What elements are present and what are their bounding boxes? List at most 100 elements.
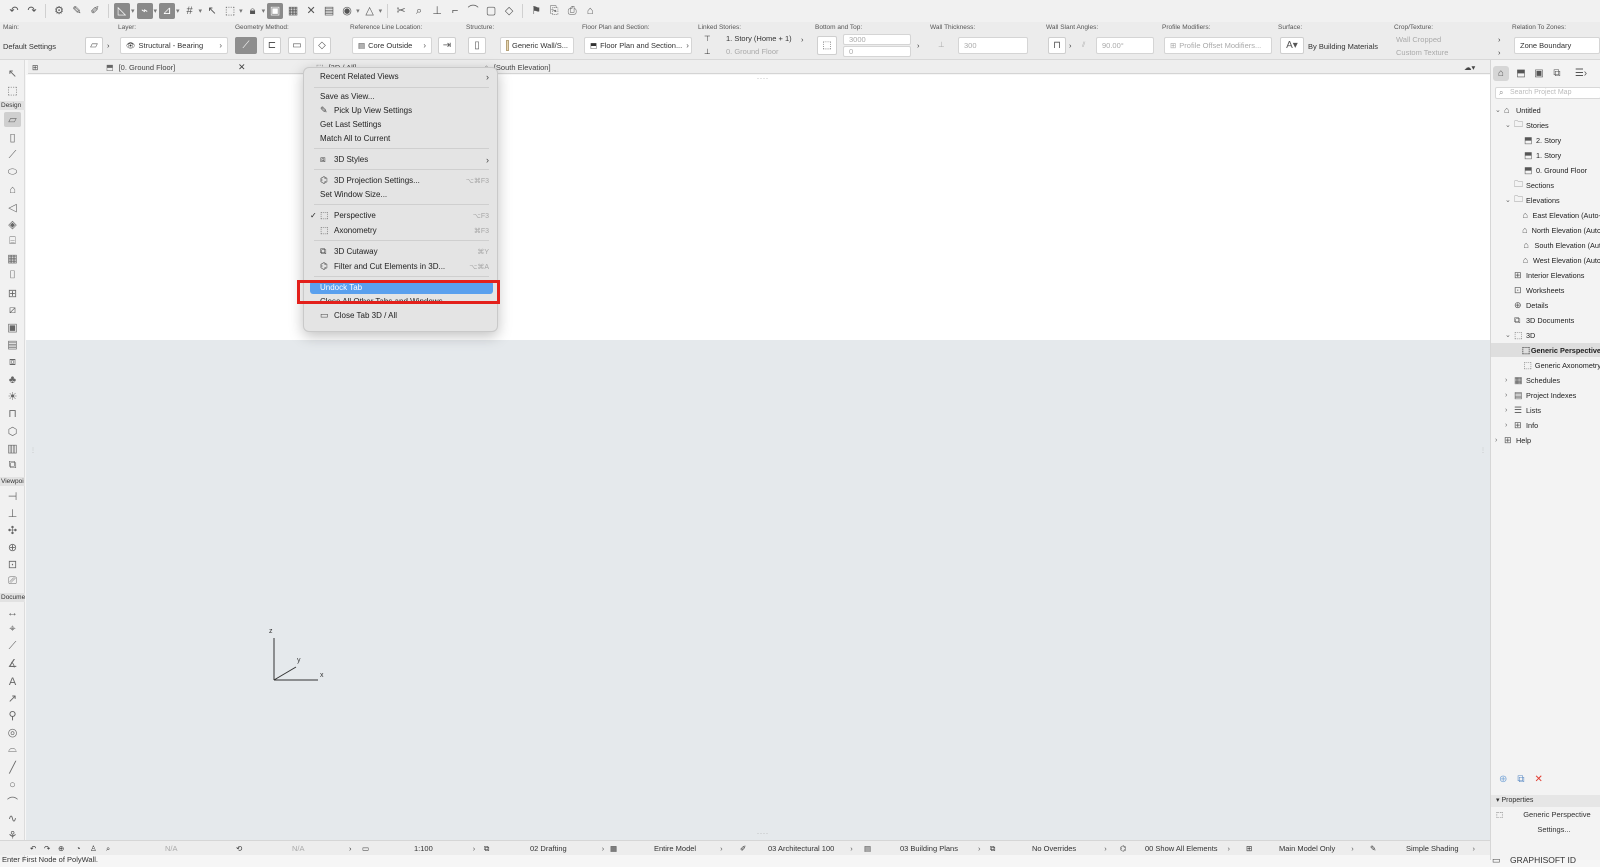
label-tool-icon[interactable]: ↗ [4,691,21,706]
suspend-group-icon[interactable]: ▦ [285,3,301,19]
resize-handle-icon[interactable]: ---- [757,831,769,837]
trim-icon[interactable]: ⌐ [447,3,463,19]
pet-palette-icon[interactable]: ⚙ [51,3,67,19]
view-map-icon[interactable]: ⬒ [1513,66,1529,81]
teamwork-icon[interactable]: ⎘ [546,3,562,19]
pick-up-icon[interactable]: ✎ [69,3,85,19]
rotate-icon[interactable]: ⟲ [236,841,242,856]
detail-tool-icon[interactable]: ⊡ [4,557,21,572]
menu-item-set-window-size[interactable]: Set Window Size... [310,188,493,201]
floorplan-field[interactable]: ⬒ Floor Plan and Section... › [584,37,692,54]
structural-selector[interactable]: Main Model Only › [1279,841,1354,856]
chevron-down-icon[interactable]: ⌄ [1505,121,1514,129]
fill-tool-icon[interactable]: ◎ [4,725,21,740]
chevron-down-icon[interactable]: ▾ [262,7,266,15]
slab-tool-icon[interactable]: ⬭ [4,165,21,180]
basic-structure-icon[interactable]: ▯ [468,37,486,54]
angle-dimension-tool-icon[interactable]: ∡ [4,656,21,671]
frame-tool-icon[interactable]: ⧉ [4,458,21,473]
menu-item-3d-styles[interactable]: ⧈ 3D Styles › [310,153,493,166]
tree-item[interactable]: ⊡ Worksheets [1491,283,1600,297]
menu-item-perspective[interactable]: ✓ ⬚ Perspective ⌥F3 [310,209,493,222]
tree-item[interactable]: › ▦ Schedules [1491,373,1600,387]
view-icon[interactable]: ◉ [339,3,355,19]
crop-bottom-value[interactable]: Custom Texture [1396,48,1448,57]
view-options-icon[interactable]: ☁▾ [1464,60,1475,74]
morph-tool-icon[interactable]: ◈ [4,217,21,232]
tree-item[interactable]: › ⊞ Help [1491,433,1600,447]
chevron-right-icon[interactable]: › [1069,41,1072,50]
surface-paint-icon[interactable]: A▾ [1280,37,1304,54]
interior-elevation-tool-icon[interactable]: ✣ [4,523,21,538]
properties-header[interactable]: ▾ Properties [1491,795,1600,807]
menu-item-recent-related-views[interactable]: Recent Related Views › [310,70,493,83]
tree-item[interactable]: ⧉ 3D Documents [1491,313,1600,327]
window-tool-icon[interactable]: ⊞ [4,286,21,301]
skylight-tool-icon[interactable]: ⧄ [4,303,21,318]
tree-item[interactable]: ⬒ 0. Ground Floor [1491,163,1600,177]
bottomtop-bottom-field[interactable]: 0 [843,46,911,57]
railing-tool-icon[interactable]: ⊓ [4,406,21,421]
graphisoft-id-link[interactable]: GRAPHISOFT ID [1510,855,1576,865]
chevron-down-icon[interactable]: ⌄ [1495,106,1504,114]
bottomtop-top-field[interactable]: 3000 [843,34,911,45]
lock-icon[interactable]: 🔒︎ [245,3,261,19]
tree-item[interactable]: ⌂ North Elevation (Auto [1491,223,1600,237]
mesh-tool-icon[interactable]: ⧈ [4,355,21,370]
menu-item-filter-and-cut[interactable]: ⌬ Filter and Cut Elements in 3D... ⌥⌘A [310,260,493,273]
rotated-rectangle-icon[interactable]: ◇ [313,37,331,54]
select-frame-icon[interactable]: ⬚ [222,3,238,19]
model-view-selector[interactable]: 03 Building Plans › [900,841,980,856]
chevron-down-icon[interactable]: ▾ [199,7,203,15]
surface-value[interactable]: By Building Materials [1308,42,1378,51]
tree-item[interactable]: › ⊞ Info [1491,418,1600,432]
zones-field[interactable]: Zone Boundary [1514,37,1600,54]
radial-dimension-tool-icon[interactable]: ⟋ [4,639,21,654]
marquee-tool-icon[interactable]: ⬚ [4,83,21,98]
level-dimension-tool-icon[interactable]: ⌖ [4,622,21,637]
3d-canvas[interactable]: ---- ---- ⋮ ⋮ z y x [26,75,1490,840]
menu-item-save-as-view[interactable]: Save as View... [310,90,493,103]
figure-tool-icon[interactable]: ⌓ [4,742,21,757]
tree-item[interactable]: ⌄ ⌂ Untitled [1491,103,1600,117]
chevron-down-icon[interactable]: ⌄ [1505,331,1514,339]
flag-icon[interactable]: ⚑ [528,3,544,19]
layer-combination-selector[interactable]: 02 Drafting › [530,841,604,856]
elevation-tool-icon[interactable]: ⊥ [4,506,21,521]
chevron-right-icon[interactable]: › [1498,35,1501,44]
chat-icon[interactable]: ▭ [1492,855,1501,866]
walk-icon[interactable]: ♙ [90,841,97,856]
inject-icon[interactable]: ✐ [87,3,103,19]
profile-field[interactable]: ⊞ Profile Offset Modifiers... [1164,37,1272,54]
arrow-tool-icon[interactable]: ↖ [4,66,21,81]
menu-item-3d-projection-settings[interactable]: ⌬ 3D Projection Settings... ⌥⌘F3 [310,174,493,187]
menu-item-3d-cutaway[interactable]: ⧉ 3D Cutaway ⌘Y [310,245,493,258]
dimension-tool-icon[interactable]: ↔ [4,605,21,620]
refline-field[interactable]: ▤ Core Outside › [352,37,432,54]
menu-item-match-all-to-current[interactable]: Match All to Current [310,132,493,145]
intersect-icon[interactable]: ⊥ [429,3,445,19]
navigator-menu-icon[interactable]: ☰› [1573,66,1589,81]
chevron-right-icon[interactable]: › [107,41,110,50]
chevron-right-icon[interactable]: › [1505,377,1514,384]
line-tool-icon[interactable]: ╱ [4,760,21,775]
door-tool-icon[interactable]: ⌷ [4,268,21,283]
chevron-down-icon[interactable]: ▾ [239,7,243,15]
straight-profile-icon[interactable]: ⊓ [1048,37,1066,54]
scale-selector[interactable]: 1:100 › [414,841,475,856]
crop-top-value[interactable]: Wall Cropped [1396,35,1441,44]
chevron-down-icon[interactable]: ▾ [356,7,360,15]
column-tool-icon[interactable]: ▯ [4,130,21,145]
tree-item[interactable]: ⬒ 1. Story [1491,148,1600,162]
redo-view-icon[interactable]: ↷ [44,841,50,856]
tree-item[interactable]: ⬚ Generic Axonometry [1491,358,1600,372]
tree-item[interactable]: ⌄ ⬚ 3D [1491,328,1600,342]
roof-tool-icon[interactable]: ⌂ [4,182,21,197]
undo-view-icon[interactable]: ↶ [30,841,36,856]
model-selector[interactable]: Entire Model › [654,841,723,856]
resize-handle-icon[interactable]: ⋮ [1480,447,1487,454]
group-icon[interactable]: ▣ [267,3,284,19]
menu-item-close-tab[interactable]: ▭ Close Tab 3D / All [310,309,493,322]
slant-field[interactable]: 90.00° [1096,37,1154,54]
tree-item[interactable]: › ☰ Lists [1491,403,1600,417]
